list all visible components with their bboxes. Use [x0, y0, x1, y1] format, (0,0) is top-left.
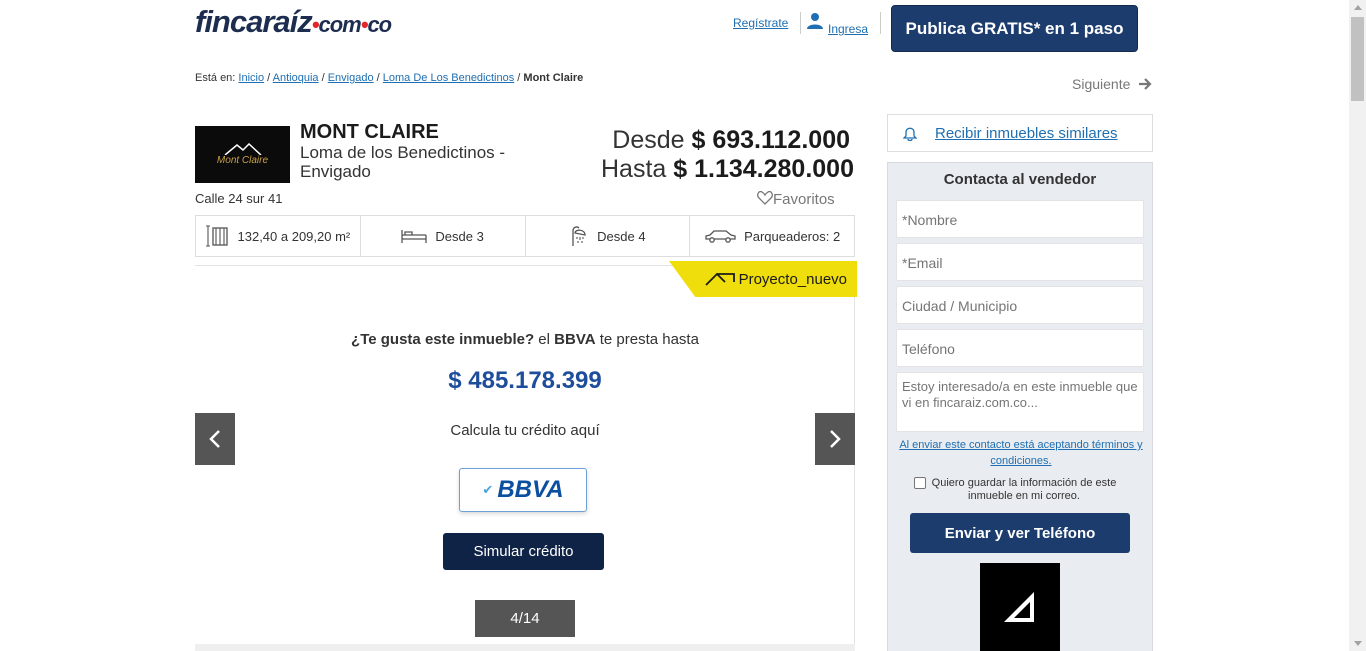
bed-icon	[401, 230, 428, 243]
feature-bedrooms: Desde 3	[361, 216, 526, 256]
scroll-thumb[interactable]	[1351, 17, 1364, 101]
user-icon	[807, 13, 823, 29]
credit-question: ¿Te gusta este inmueble? el BBVA te pres…	[195, 331, 855, 348]
new-project-label: Proyecto_nuevo	[738, 270, 847, 288]
scroll-down-arrow-icon[interactable]	[1354, 641, 1362, 646]
similar-alert-label: Recibir inmuebles similares	[935, 124, 1118, 142]
parking-value: Parqueaderos: 2	[744, 228, 841, 244]
logo-text: fincaraíz	[195, 4, 313, 39]
send-contact-button[interactable]: Enviar y ver Teléfono	[910, 513, 1130, 553]
message-textarea[interactable]: Estoy interesado/a en este inmueble que …	[896, 372, 1144, 432]
fincaraiz-logo[interactable]: fincaraíz•com•co	[195, 4, 392, 40]
bbva-logo[interactable]: ✔ BBVA	[459, 468, 587, 512]
price-from: Desde $ 693.112.000	[612, 126, 850, 155]
new-project-tag: Proyecto_nuevo	[669, 261, 857, 297]
project-logo-text: Mont Claire	[216, 155, 269, 166]
arrow-right-icon	[1139, 78, 1152, 90]
bedrooms-value: Desde 3	[435, 228, 484, 244]
feature-parking: Parqueaderos: 2	[690, 216, 854, 256]
price-from-value: $ 693.112.000	[691, 126, 851, 154]
credit-question-mid: el	[534, 331, 555, 348]
header-divider	[800, 12, 801, 34]
register-link[interactable]: Regístrate	[733, 16, 788, 30]
bell-icon	[903, 127, 917, 141]
property-title: MONT CLAIRE	[300, 121, 439, 143]
property-address: Calle 24 sur 41	[195, 191, 283, 206]
login-link[interactable]: Ingresa	[806, 12, 868, 36]
project-logo: Mont Claire	[195, 126, 290, 183]
bbva-logo-text: BBVA	[497, 476, 564, 503]
credit-question-end: te presta hasta	[595, 331, 699, 348]
breadcrumb-link-envigado[interactable]: Envigado	[328, 72, 374, 84]
logo-tld: co	[367, 12, 392, 37]
feature-area: 132,40 a 209,20 m²	[196, 216, 361, 256]
contact-title: Contacta al vendedor	[943, 171, 1097, 188]
gallery-prev-button[interactable]	[195, 413, 235, 465]
breadcrumb: Está en: Inicio / Antioquia / Envigado /…	[195, 72, 584, 84]
check-icon: ✔	[482, 482, 494, 497]
shower-icon	[572, 226, 586, 246]
phone-field[interactable]: Teléfono	[896, 329, 1144, 367]
property-location: Loma de los Benedictinos - Envigado	[300, 143, 506, 181]
features-bar: 132,40 a 209,20 m² Desde 3 Desde 4 Parqu…	[195, 215, 855, 257]
email-field[interactable]: *Email	[896, 243, 1144, 281]
chevron-left-icon	[209, 430, 220, 448]
login-label: Ingresa	[828, 22, 869, 36]
breadcrumb-link-inicio[interactable]: Inicio	[238, 72, 264, 84]
area-icon	[205, 225, 228, 247]
price-from-label: Desde	[612, 126, 685, 154]
credit-amount: $ 485.178.399	[448, 367, 602, 394]
next-listing-link[interactable]: Siguiente	[1072, 76, 1152, 92]
simulate-credit-button[interactable]: Simular crédito	[443, 533, 604, 570]
credit-question-bold: ¿Te gusta este inmueble?	[351, 331, 535, 348]
publish-free-button[interactable]: Publica GRATIS* en 1 paso	[891, 5, 1138, 52]
price-to-label: Hasta	[601, 155, 667, 183]
terms-link[interactable]: Al enviar este contacto está aceptando t…	[888, 437, 1154, 469]
credit-question-bank: BBVA	[554, 331, 596, 348]
vertical-scrollbar[interactable]	[1349, 0, 1366, 651]
breadcrumb-link-antioquia[interactable]: Antioquia	[273, 72, 319, 84]
next-label: Siguiente	[1072, 76, 1131, 92]
price-to-value: $ 1.134.280.000	[673, 155, 854, 183]
breadcrumb-prefix: Está en:	[195, 72, 236, 84]
calculate-credit-label: Calcula tu crédito aquí	[450, 422, 600, 439]
car-icon	[705, 230, 736, 243]
save-info-label: Quiero guardar la información de este in…	[931, 477, 1117, 502]
scroll-up-arrow-icon[interactable]	[1354, 5, 1362, 10]
city-field[interactable]: Ciudad / Municipio	[896, 286, 1144, 324]
chevron-right-icon	[830, 430, 841, 448]
favorites-label: Favoritos	[773, 191, 835, 208]
feature-bathrooms: Desde 4	[526, 216, 691, 256]
favorites-button[interactable]: Favoritos	[757, 190, 835, 208]
mountain-logo-icon	[224, 143, 262, 155]
seller-logo	[980, 563, 1060, 651]
gallery-next-button[interactable]	[815, 413, 855, 465]
gallery-counter: 4/14	[475, 600, 575, 637]
breadcrumb-link-loma[interactable]: Loma De Los Benedictinos	[383, 72, 514, 84]
logo-domain: com	[318, 12, 361, 37]
roof-icon	[704, 272, 735, 286]
area-value: 132,40 a 209,20 m²	[237, 228, 351, 244]
price-to: Hasta $ 1.134.280.000	[601, 155, 854, 184]
contact-form: Contacta al vendedor *Nombre *Email Ciud…	[887, 162, 1153, 651]
image-gallery	[195, 265, 855, 651]
breadcrumb-current: Mont Claire	[523, 72, 584, 84]
heart-icon	[757, 190, 773, 205]
triangle-logo-icon	[1004, 592, 1034, 622]
header-divider-2	[880, 12, 881, 34]
name-field[interactable]: *Nombre	[896, 200, 1144, 238]
bathrooms-value: Desde 4	[597, 228, 646, 244]
similar-alert-button[interactable]: Recibir inmuebles similares	[887, 114, 1153, 152]
gallery-thumbnail-strip	[195, 644, 855, 651]
